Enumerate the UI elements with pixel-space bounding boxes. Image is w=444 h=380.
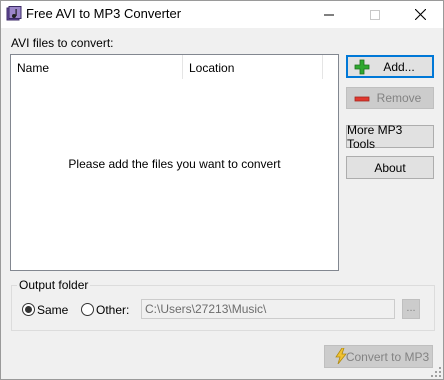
column-header-name[interactable]: Name: [11, 55, 183, 79]
file-list[interactable]: Name Location Please add the files you w…: [10, 54, 339, 271]
empty-list-message: Please add the files you want to convert: [68, 157, 281, 171]
title-bar: Free AVI to MP3 Converter: [1, 1, 443, 28]
convert-to-mp3-button[interactable]: Convert to MP3: [324, 345, 433, 368]
remove-button-label: Remove: [376, 91, 422, 105]
files-label: AVI files to convert:: [11, 36, 114, 50]
close-icon: [414, 9, 426, 20]
resize-grip-icon[interactable]: [430, 366, 442, 378]
app-icon: [6, 6, 22, 21]
output-path-input[interactable]: [141, 299, 395, 319]
maximize-button[interactable]: [352, 1, 398, 28]
close-button[interactable]: [397, 1, 443, 28]
add-button-label: Add...: [383, 59, 415, 74]
other-folder-label[interactable]: Other:: [96, 303, 129, 317]
more-mp3-tools-button[interactable]: More MP3 Tools: [346, 122, 434, 151]
add-button[interactable]: Add...: [346, 55, 434, 78]
same-folder-label[interactable]: Same: [37, 303, 68, 317]
window-title: Free AVI to MP3 Converter: [26, 6, 182, 21]
browse-folder-button[interactable]: ...: [402, 299, 420, 319]
minimize-button[interactable]: [306, 1, 352, 28]
lightning-icon: [335, 348, 347, 364]
output-folder-legend: Output folder: [17, 278, 91, 292]
convert-button-label: Convert to MP3: [345, 349, 430, 364]
remove-button[interactable]: Remove: [346, 87, 434, 109]
other-folder-radio[interactable]: [81, 303, 94, 316]
maximize-icon: [370, 9, 380, 20]
app-window: Free AVI to MP3 Converter AVI files to c…: [0, 0, 444, 380]
more-mp3-tools-label: More MP3 Tools: [347, 122, 403, 151]
column-header-location[interactable]: Location: [183, 55, 323, 79]
same-folder-radio[interactable]: [22, 303, 35, 316]
about-button[interactable]: About: [346, 156, 434, 179]
minus-icon: [354, 96, 370, 102]
about-button-label: About: [374, 160, 406, 175]
plus-icon: [354, 59, 370, 75]
list-header: Name Location: [11, 55, 338, 79]
minimize-icon: [324, 14, 334, 15]
